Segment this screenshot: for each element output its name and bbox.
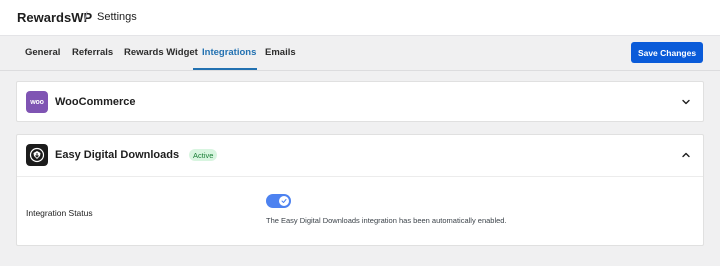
breadcrumb-separator: / (84, 9, 88, 24)
tab-general[interactable]: General (25, 47, 60, 58)
integration-status-label: Integration Status (26, 208, 93, 218)
edd-header[interactable]: Easy Digital Downloads Active (17, 135, 703, 176)
top-bar: RewardsWP / Settings (0, 0, 720, 36)
active-tab-indicator (193, 68, 257, 70)
tab-rewards-widget[interactable]: Rewards Widget (124, 47, 198, 58)
chevron-up-icon[interactable] (681, 150, 691, 160)
page-title: Settings (97, 11, 137, 23)
tab-referrals[interactable]: Referrals (72, 47, 113, 58)
woocommerce-logo-icon: woo (26, 91, 48, 113)
save-changes-button[interactable]: Save Changes (631, 42, 703, 63)
woocommerce-header[interactable]: woo WooCommerce (17, 82, 703, 123)
integration-card-edd: Easy Digital Downloads Active Integratio… (16, 134, 704, 246)
chevron-down-icon[interactable] (681, 97, 691, 107)
check-icon (281, 199, 287, 203)
toggle-knob (279, 196, 289, 206)
brand-name[interactable]: RewardsWP (17, 10, 92, 25)
integration-status-toggle[interactable] (266, 194, 291, 208)
edd-logo-icon (26, 144, 48, 166)
settings-tabs: General Referrals Rewards Widget Integra… (0, 36, 720, 71)
edd-title: Easy Digital Downloads (55, 149, 180, 161)
tab-emails[interactable]: Emails (265, 47, 296, 58)
woocommerce-title: WooCommerce (55, 96, 136, 108)
status-badge: Active (189, 149, 218, 161)
integration-status-description: The Easy Digital Downloads integration h… (266, 216, 507, 225)
integration-card-woocommerce: woo WooCommerce (16, 81, 704, 122)
tab-integrations[interactable]: Integrations (202, 47, 256, 58)
card-divider (17, 176, 703, 177)
